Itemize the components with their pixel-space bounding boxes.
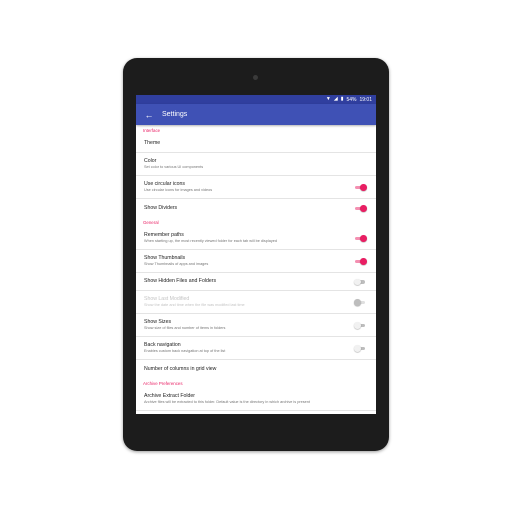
pref-summary: Show Thumbnails of apps and images [144, 262, 209, 266]
pref-title: Back navigation [144, 342, 181, 348]
category-general: General [143, 220, 159, 225]
pref-title: Theme [144, 140, 161, 146]
pref-show-sizes[interactable]: Show Sizes Show size of files and number… [136, 314, 376, 337]
clock: 19:01 [359, 96, 372, 103]
circular-icons-switch[interactable] [354, 184, 367, 191]
pref-archive-extract-folder[interactable]: Archive Extract Folder Archive files wil… [136, 388, 376, 411]
pref-title: Color [144, 158, 157, 164]
camera [253, 75, 258, 80]
page-title: Settings [162, 111, 188, 118]
pref-summary: Use circular icons for images and videos [144, 188, 213, 192]
signal-icon: ◢ [333, 96, 338, 102]
show-hidden-switch[interactable] [354, 278, 366, 285]
pref-title: Show Sizes [144, 319, 172, 325]
pref-theme[interactable]: Theme [136, 135, 376, 153]
battery-icon: ▮ [340, 96, 344, 102]
category-interface: Interface [143, 128, 161, 133]
app-bar: ← Settings [136, 104, 376, 125]
pref-summary: Enables custom back navigation at top of… [144, 349, 226, 353]
back-navigation-switch[interactable] [354, 345, 366, 352]
settings-list[interactable]: Interface Theme Color Set color to vario… [136, 125, 376, 411]
show-dividers-switch[interactable] [354, 205, 367, 212]
show-sizes-switch[interactable] [354, 322, 366, 329]
pref-summary: Archive files will be extracted to this … [144, 400, 310, 404]
pref-title: Show Hidden Files and Folders [144, 278, 217, 284]
pref-summary: Set color to various UI components [144, 165, 204, 169]
pref-color[interactable]: Color Set color to various UI components [136, 153, 376, 176]
battery-level: 54% [346, 96, 357, 103]
pref-show-last-modified: Show Last Modified Show the date and tim… [136, 291, 376, 314]
category-archive: Archive Preferences [143, 381, 183, 386]
pref-title: Number of columns in grid view [144, 365, 217, 372]
pref-back-navigation[interactable]: Back navigation Enables custom back navi… [136, 337, 376, 360]
pref-summary: Show size of files and number of items i… [144, 326, 226, 330]
arrow-back-icon[interactable]: ← [140, 104, 158, 125]
pref-show-dividers[interactable]: Show Dividers [136, 199, 376, 217]
pref-remember-paths[interactable]: Remember paths When starting up, the mos… [136, 227, 376, 250]
device-screen: ▼ ◢ ▮ 54% 19:01 ← Settings Interface The… [136, 95, 376, 414]
pref-title: Archive Extract Folder [144, 393, 196, 399]
pref-title: Use circular icons [144, 181, 185, 187]
show-last-modified-switch [354, 299, 366, 306]
pref-grid-columns[interactable]: Number of columns in grid view [136, 360, 376, 378]
pref-title: Show Dividers [144, 204, 178, 211]
pref-summary: Show the date and time when the file was… [144, 303, 245, 307]
show-thumbnails-switch[interactable] [354, 258, 367, 265]
wifi-icon: ▼ [325, 96, 331, 102]
remember-paths-switch[interactable] [354, 235, 367, 242]
pref-title: Show Thumbnails [144, 255, 186, 261]
pref-show-thumbnails[interactable]: Show Thumbnails Show Thumbnails of apps … [136, 250, 376, 273]
pref-title: Show Last Modified [144, 296, 190, 302]
pref-circular-icons[interactable]: Use circular icons Use circular icons fo… [136, 176, 376, 199]
pref-title: Remember paths [144, 232, 184, 238]
status-bar: ▼ ◢ ▮ 54% 19:01 [136, 95, 376, 104]
pref-summary: When starting up, the most recently view… [144, 239, 277, 243]
pref-show-hidden[interactable]: Show Hidden Files and Folders [136, 273, 376, 291]
